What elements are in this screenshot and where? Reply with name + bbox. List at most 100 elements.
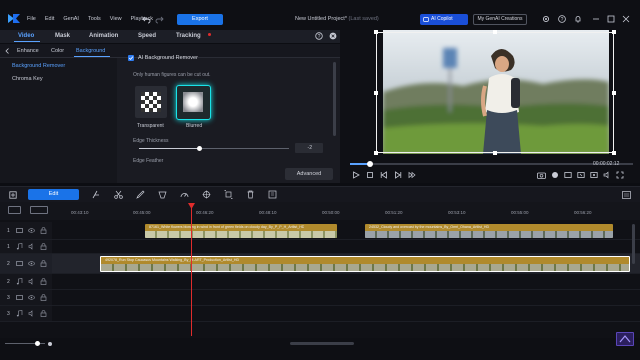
audio-icon[interactable]	[16, 243, 23, 250]
timeline-vertical-scrollbar[interactable]	[632, 224, 635, 264]
edge-thickness-value[interactable]: -2	[295, 143, 323, 153]
close-window-icon[interactable]	[622, 15, 630, 23]
selection-handle[interactable]	[612, 151, 616, 155]
track-view-icon[interactable]	[8, 206, 21, 214]
help-icon[interactable]: ?	[315, 32, 323, 40]
transform-icon[interactable]	[224, 190, 233, 199]
selection-handle[interactable]	[493, 151, 497, 155]
redo-icon[interactable]	[155, 15, 164, 24]
selection-handle[interactable]	[612, 30, 616, 34]
option-transparent[interactable]	[135, 86, 167, 118]
fit-screen-icon[interactable]	[564, 171, 572, 179]
mute-icon[interactable]	[28, 243, 35, 250]
quality-icon[interactable]	[590, 171, 598, 179]
selection-handle[interactable]	[374, 30, 378, 34]
zoom-slider[interactable]	[5, 341, 45, 346]
selection-handle[interactable]	[493, 30, 497, 34]
subtab-color[interactable]: Color	[51, 48, 64, 54]
eye-icon[interactable]	[28, 260, 35, 267]
mute-icon[interactable]	[28, 310, 35, 317]
menu-genai[interactable]: GenAI	[63, 16, 79, 22]
timeline-horizontal-scrollbar[interactable]	[290, 342, 354, 345]
edit-button[interactable]: Edit	[28, 189, 79, 200]
preview-scrub-bar[interactable]	[350, 161, 633, 167]
scissors-icon[interactable]	[114, 190, 123, 199]
close-panel-icon[interactable]	[329, 32, 337, 40]
eye-icon[interactable]	[28, 294, 35, 301]
sidebar-item-chroma-key[interactable]: Chroma Key	[12, 76, 43, 82]
subtab-enhance[interactable]: Enhance	[17, 48, 39, 54]
menu-edit[interactable]: Edit	[45, 16, 54, 22]
video-track-icon[interactable]	[16, 294, 23, 301]
lock-icon[interactable]	[40, 243, 47, 250]
delete-icon[interactable]	[246, 190, 255, 199]
markers-icon[interactable]	[268, 190, 277, 199]
lock-icon[interactable]	[40, 278, 47, 285]
next-frame-icon[interactable]	[394, 171, 402, 179]
my-genai-creations-button[interactable]: My GenAI Creations	[473, 14, 527, 25]
ai-copilot-button[interactable]: AI Copilot	[420, 14, 468, 25]
selection-handle[interactable]	[612, 90, 616, 95]
subtab-background[interactable]: Background	[76, 48, 105, 54]
import-media-icon[interactable]	[9, 191, 17, 199]
video-track-icon[interactable]	[16, 227, 23, 234]
tab-video[interactable]: Video	[18, 33, 34, 39]
selected-video-clip[interactable]: 492078_Run Stop Caucasus Mountains Walki…	[100, 256, 630, 272]
option-blurred[interactable]	[176, 85, 211, 120]
timeline-ruler[interactable]: 00:43:10 00:45:00 00:46:20 00:48:10 00:5…	[0, 202, 640, 220]
edge-thickness-handle[interactable]	[197, 146, 202, 151]
minimize-icon[interactable]	[592, 15, 600, 23]
tab-speed[interactable]: Speed	[138, 33, 156, 39]
zoom-slider-handle[interactable]	[35, 341, 40, 346]
selection-handle[interactable]	[374, 90, 378, 95]
tab-tracking[interactable]: Tracking	[176, 33, 201, 39]
eye-icon[interactable]	[28, 227, 35, 234]
notification-icon[interactable]	[574, 15, 582, 23]
menu-view[interactable]: View	[110, 16, 122, 22]
fullscreen-icon[interactable]	[616, 171, 624, 179]
lock-icon[interactable]	[40, 227, 47, 234]
fast-forward-icon[interactable]	[408, 171, 416, 179]
previous-frame-icon[interactable]	[380, 171, 388, 179]
selection-handle[interactable]	[374, 151, 378, 155]
playhead[interactable]	[191, 204, 192, 336]
play-icon[interactable]	[352, 171, 360, 179]
zoom-fit-icon[interactable]	[48, 342, 52, 346]
help-icon[interactable]: ?	[558, 15, 566, 23]
lock-icon[interactable]	[40, 310, 47, 317]
preview-scrub-handle[interactable]	[366, 161, 373, 167]
advanced-button[interactable]: Advanced	[285, 168, 333, 180]
volume-icon[interactable]	[603, 171, 611, 179]
video-clip[interactable]: 24532_Cloudy and overcast by the mountai…	[365, 224, 613, 238]
export-button[interactable]: Export	[177, 14, 223, 25]
tab-mask[interactable]: Mask	[55, 33, 70, 39]
speed-icon[interactable]	[180, 190, 189, 199]
chevron-left-icon[interactable]	[5, 48, 10, 54]
snapshot-icon[interactable]	[537, 171, 546, 179]
stop-icon[interactable]	[366, 171, 374, 179]
panel-scrollbar[interactable]	[333, 62, 336, 136]
pen-icon[interactable]	[136, 190, 145, 199]
timeline-settings-icon[interactable]	[622, 191, 631, 199]
target-icon[interactable]	[202, 190, 211, 199]
audio-icon[interactable]	[16, 278, 23, 285]
audio-icon[interactable]	[16, 310, 23, 317]
preview-settings-icon[interactable]	[577, 171, 585, 179]
fx-icon[interactable]	[92, 190, 101, 199]
maximize-icon[interactable]	[607, 15, 615, 23]
add-track-icon[interactable]	[30, 206, 48, 214]
record-icon[interactable]	[551, 171, 559, 179]
mute-icon[interactable]	[28, 278, 35, 285]
lock-icon[interactable]	[40, 294, 47, 301]
lock-icon[interactable]	[40, 260, 47, 267]
edge-thickness-slider[interactable]	[139, 146, 289, 151]
ai-bg-remover-checkbox[interactable]	[128, 55, 134, 61]
mask-tool-icon[interactable]	[158, 190, 167, 199]
undo-icon[interactable]	[142, 15, 151, 24]
video-clip[interactable]: 87161_White flowers blowing in wind in f…	[145, 224, 337, 238]
menu-file[interactable]: File	[27, 16, 36, 22]
tab-animation[interactable]: Animation	[89, 33, 118, 39]
sidebar-item-background-remover[interactable]: Background Remover	[12, 63, 65, 69]
selection-box[interactable]	[376, 32, 614, 153]
settings-icon[interactable]	[542, 15, 550, 23]
